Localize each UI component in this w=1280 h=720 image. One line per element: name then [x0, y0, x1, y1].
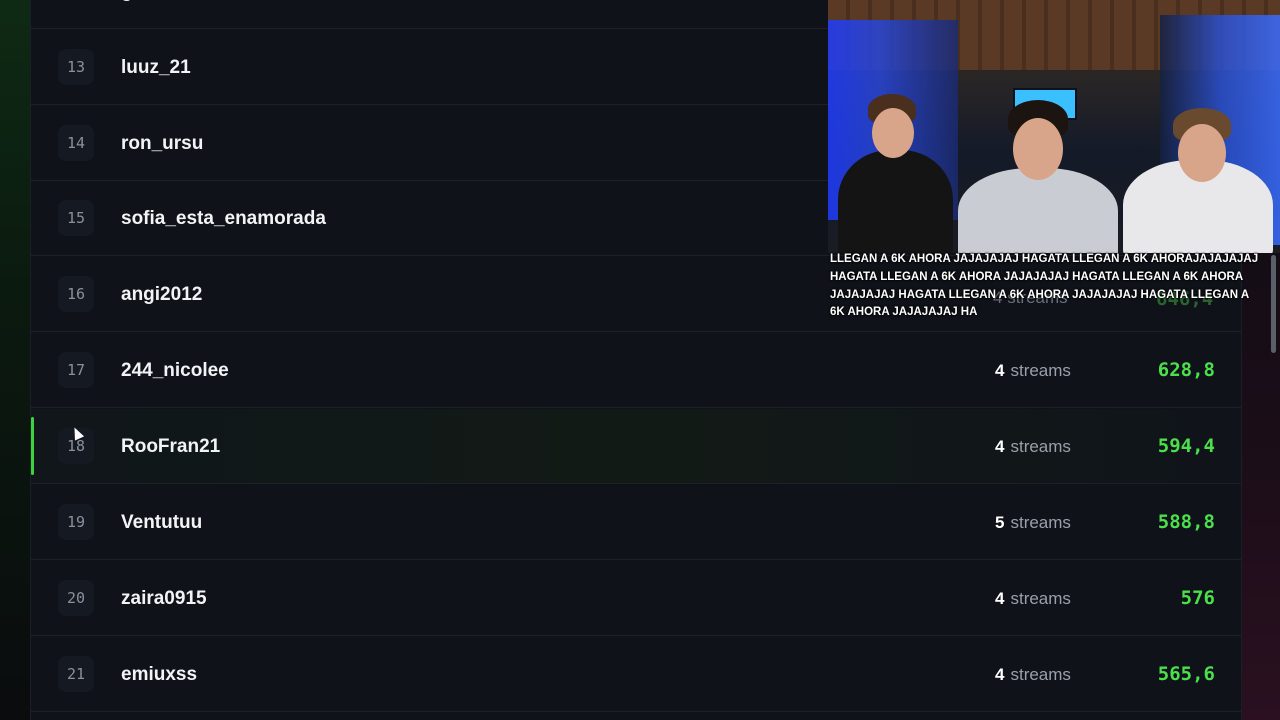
left-edge-glow	[0, 0, 30, 720]
webcam-overlay	[828, 0, 1280, 253]
username: sofia_esta_enamorada	[121, 208, 326, 229]
table-row[interactable]: 17 244_nicolee 4 streams 628,8	[31, 333, 1241, 408]
score-value: 594,4	[1157, 435, 1215, 457]
stream-count-unit: streams	[1010, 361, 1071, 380]
score-value: 565,6	[1157, 663, 1215, 685]
streamer-right-head	[1178, 124, 1226, 182]
username: ron_ursu	[121, 133, 204, 154]
table-row[interactable]: 21 emiuxss 4 streams 565,6	[31, 637, 1241, 712]
streamer-center-head	[1013, 118, 1063, 180]
stream-count-value: 4	[995, 589, 1005, 608]
score-value: 576	[1180, 587, 1215, 609]
rank-badge: 21	[58, 656, 94, 692]
rank-badge: 13	[58, 49, 94, 85]
username: angi2012	[121, 284, 203, 305]
rank-badge: 16	[58, 276, 94, 312]
stream-count-value: 4	[995, 665, 1005, 684]
username: 244_nicolee	[121, 360, 229, 381]
stream-count: 5 streams	[995, 485, 1071, 560]
stream-count: 4 streams	[995, 333, 1071, 408]
table-row[interactable]: 20 zaira0915 4 streams 576	[31, 561, 1241, 636]
score-value: 628,8	[1157, 359, 1215, 381]
score-value: 588,8	[1157, 511, 1215, 533]
stream-count: 4 streams	[995, 637, 1071, 712]
streamer-left-body	[838, 150, 953, 253]
stream-count-value: 4	[995, 437, 1005, 456]
table-row[interactable]: 19 Ventutuu 5 streams 588,8	[31, 485, 1241, 560]
rank-badge: 14	[58, 125, 94, 161]
username: zaira0915	[121, 588, 207, 609]
username: emiuxss	[121, 664, 198, 685]
chat-message-overlay: LLEGAN A 6K AHORA JAJAJAJAJ HAGATA LLEGA…	[830, 253, 1259, 319]
stream-count: 4 streams	[995, 561, 1071, 636]
stream-count: 4 streams	[995, 409, 1071, 484]
username: g	[121, 0, 133, 29]
streamer-left-head	[872, 108, 914, 158]
rank-badge: 17	[58, 352, 94, 388]
rank-badge: 20	[58, 580, 94, 616]
stream-count-unit: streams	[1010, 589, 1071, 608]
stream-count-unit: streams	[1010, 513, 1071, 532]
stream-count-unit: streams	[1010, 437, 1071, 456]
username: RooFran21	[121, 436, 221, 457]
scrollbar-thumb[interactable]	[1271, 255, 1276, 353]
streamer-center-body	[958, 168, 1118, 253]
stream-count-value: 5	[995, 513, 1005, 532]
stream-count-value: 4	[995, 361, 1005, 380]
rank-badge: 19	[58, 504, 94, 540]
username: luuz_21	[121, 57, 191, 78]
table-row-highlighted[interactable]: 18 RooFran21 4 streams 594,4	[31, 409, 1241, 484]
rank-badge: 15	[58, 200, 94, 236]
username: Ventutuu	[121, 512, 203, 533]
stream-count-unit: streams	[1010, 665, 1071, 684]
